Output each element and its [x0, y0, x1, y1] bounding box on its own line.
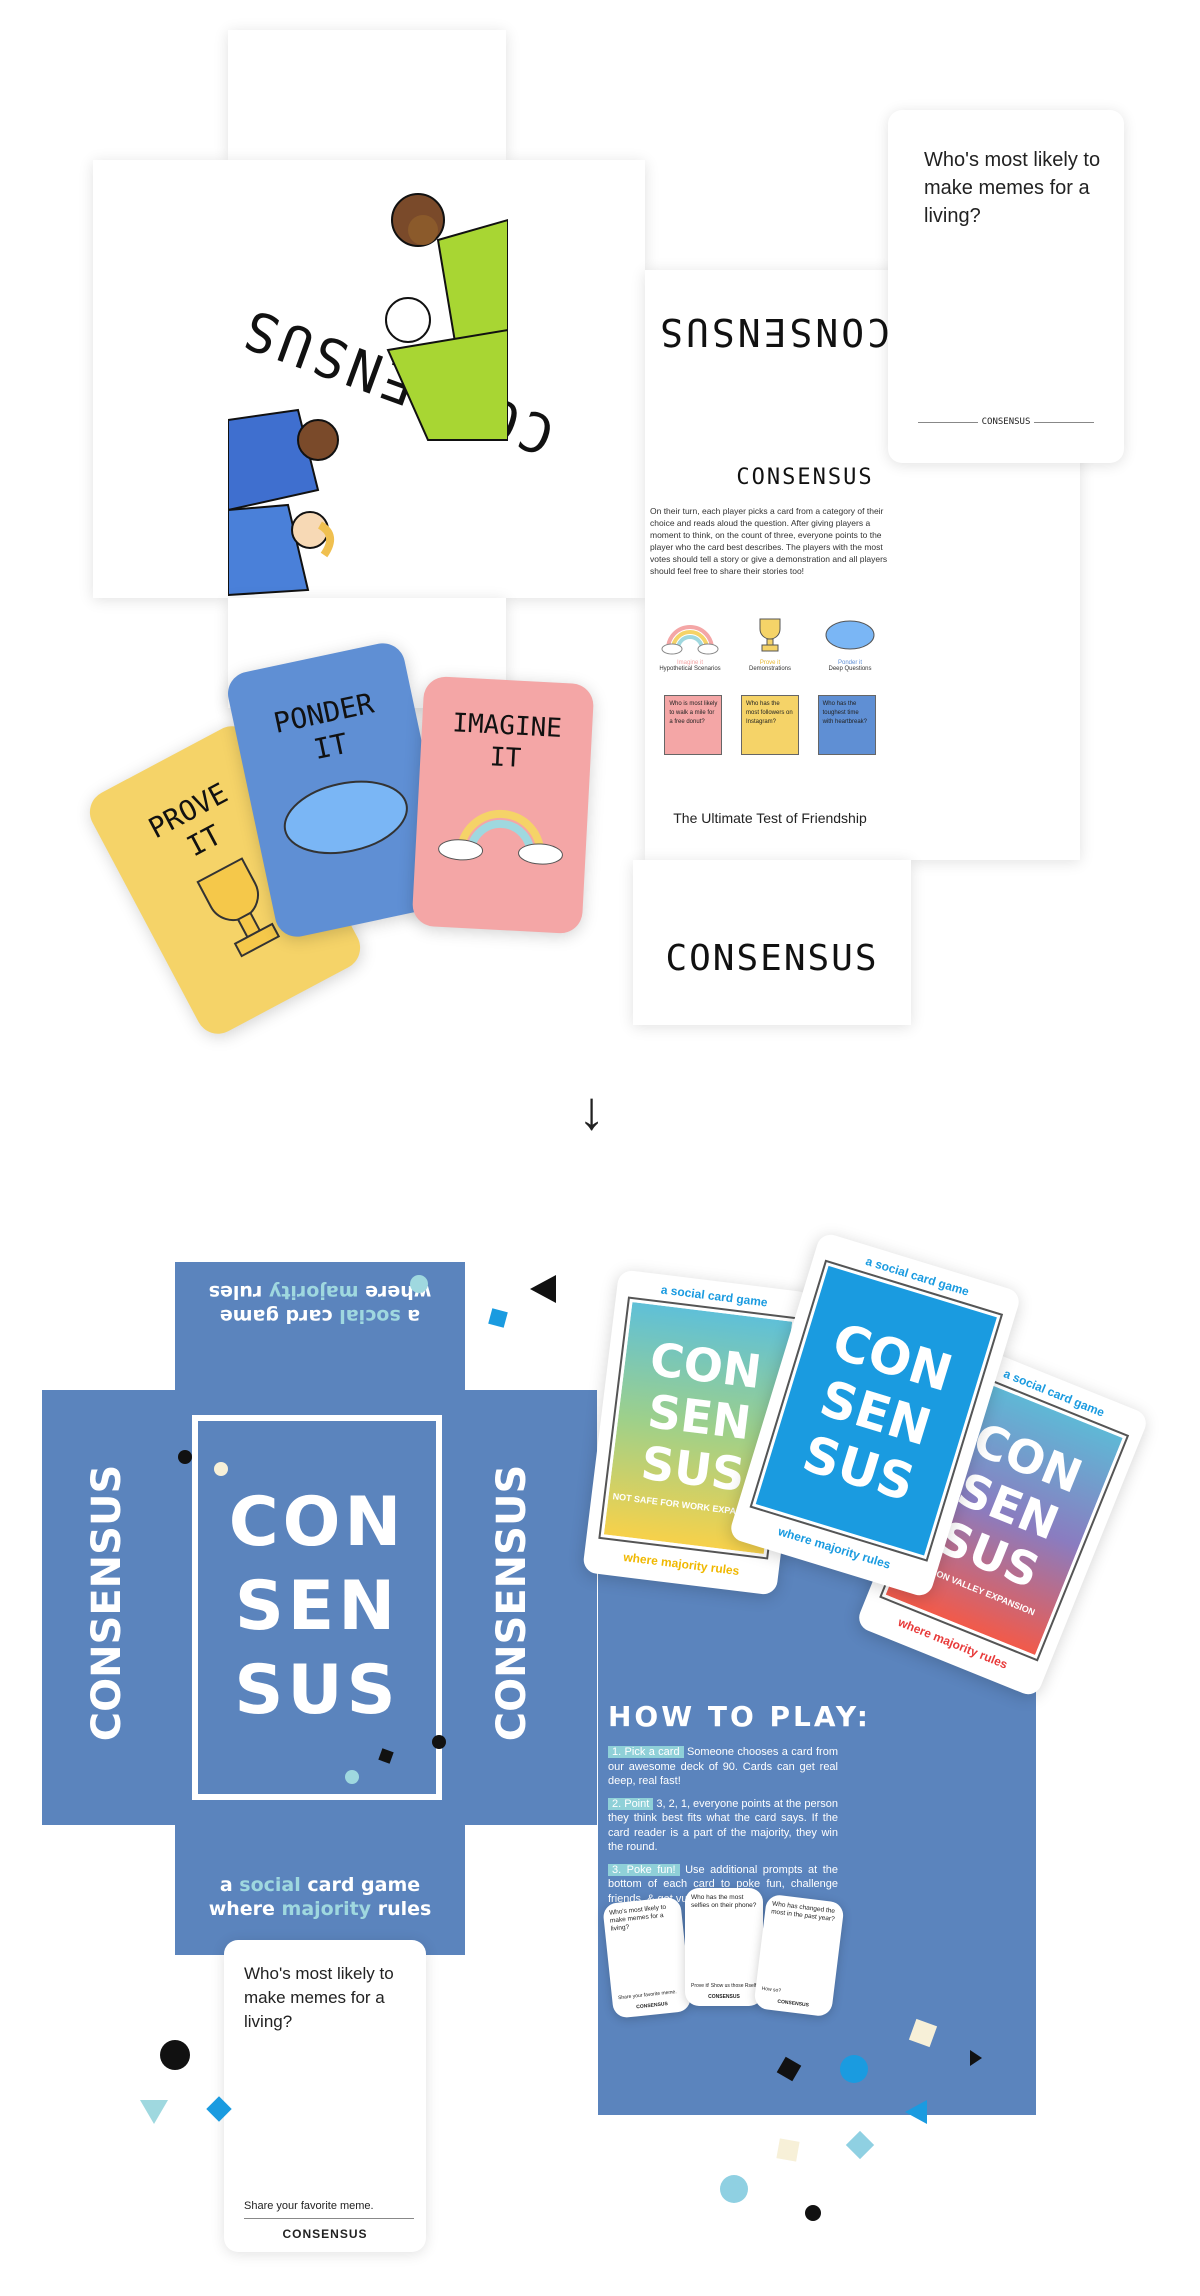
- box-back-bottom-flap: CONSENSUS: [633, 860, 911, 1025]
- box-bottom-flap: a social card game where majority rules: [175, 1825, 465, 1955]
- mini-card-1: Who's most likely to make memes for a li…: [602, 1896, 692, 2019]
- steps: 1. Pick a card Someone chooses a card fr…: [608, 1745, 838, 1906]
- confetti-triangle: [140, 2100, 168, 2124]
- mini-p: Prove it! Show us those Rselfies: [691, 1983, 763, 1989]
- confetti-square: [488, 1308, 508, 1328]
- step-1: 1. Pick a card Someone chooses a card fr…: [608, 1746, 838, 1787]
- mini-brand: CONSENSUS: [776, 1998, 810, 2009]
- step-2: 2. Point 3, 2, 1, everyone points at the…: [608, 1797, 838, 1853]
- question-brand: CONSENSUS: [282, 2227, 368, 2241]
- category-icons: Imagine it Hypothetical Scenarios Prove …: [650, 615, 890, 672]
- footer-brand: CONSENSUS: [977, 417, 1035, 427]
- mini-q: Who's most likely to make memes for a li…: [608, 1903, 667, 1933]
- category-sub: Demonstrations: [748, 666, 792, 672]
- how-to-play-title: HOW TO PLAY:: [608, 1700, 871, 1733]
- question-text: Who's most likely to make memes for a li…: [924, 149, 1101, 227]
- confetti-circle: [432, 1735, 446, 1749]
- confetti-triangle: [530, 1275, 556, 1303]
- question-card-bottom: Who's most likely to make memes for a li…: [224, 1940, 426, 2252]
- tagline: The Ultimate Test of Friendship: [673, 810, 867, 826]
- confetti-circle: [178, 1450, 192, 1464]
- rules-title: CONSENSUS: [736, 465, 874, 490]
- down-arrow-icon: ↓: [578, 1081, 605, 1141]
- logo-line-3: SUS: [234, 1651, 400, 1730]
- confetti-square: [776, 2138, 800, 2162]
- logo-line-2: SEN: [234, 1567, 400, 1646]
- card-footer: CONSENSUS: [918, 417, 1094, 433]
- imagine-it-card: IMAGINE IT: [411, 675, 595, 935]
- confetti-circle: [805, 2205, 821, 2221]
- logo-frame: CON SEN SUS: [192, 1415, 442, 1800]
- confetti-square: [845, 2130, 875, 2160]
- category-sub: Hypothetical Scenarios: [659, 666, 721, 672]
- example-card: Who is most likely to walk a mile for a …: [664, 695, 723, 755]
- confetti-circle: [160, 2040, 190, 2070]
- question-prompt: Share your favorite meme.: [244, 2200, 414, 2219]
- confetti-circle: [345, 1770, 359, 1784]
- cloud-icon: [283, 780, 408, 855]
- confetti-circle: [410, 1275, 428, 1293]
- trophy-icon: [759, 618, 781, 652]
- right-side-title: CONSENSUS: [489, 1464, 535, 1742]
- box-net-top-flap: [228, 30, 506, 160]
- box-front-panel: CONSENSUS CON SEN SUS CONSENSUS: [42, 1390, 597, 1825]
- people-illustration: [228, 193, 508, 597]
- confetti-circle: [214, 1462, 228, 1476]
- rainbow-icon: [438, 799, 563, 865]
- category-examples: Who is most likely to walk a mile for a …: [655, 695, 885, 755]
- mini-brand: CONSENSUS: [708, 1994, 740, 2000]
- tagline: a social card game where majority rules: [208, 1874, 432, 1920]
- cloud-icon: [825, 620, 875, 650]
- confetti-circle: [840, 2055, 868, 2083]
- mini-card-2: Who has the most selfies on their phone?…: [685, 1888, 763, 2006]
- box-bottom-title: CONSENSUS: [665, 938, 879, 979]
- example-card: Who has the most followers on Instagram?: [740, 695, 799, 755]
- mini-p: How so?: [761, 1985, 782, 1995]
- example-card: Who has the toughest time with heartbrea…: [817, 695, 876, 755]
- mini-q: Who has changed the most in the past yea…: [770, 1900, 836, 1924]
- mini-q: Who has the most selfies on their phone?: [691, 1894, 757, 1909]
- confetti-triangle: [905, 2100, 927, 2124]
- box-net-front-panel: CONSENSUS: [93, 160, 645, 598]
- rainbow-icon: [661, 625, 719, 655]
- confetti-circle: [720, 2175, 748, 2203]
- confetti-triangle: [970, 2050, 982, 2066]
- left-side-title: CONSENSUS: [84, 1464, 130, 1742]
- box-back-upside-title: CONSENSUS: [657, 310, 890, 354]
- question-card-top: Who's most likely to make memes for a li…: [888, 110, 1124, 463]
- category-sub: Deep Questions: [828, 666, 872, 672]
- question-text: Who's most likely to make memes for a li…: [244, 1964, 394, 2031]
- mini-card-3: Who has changed the most in the past yea…: [753, 1893, 845, 2018]
- logo-line-1: CON: [228, 1483, 406, 1562]
- rules-body: On their turn, each player picks a card …: [650, 506, 888, 576]
